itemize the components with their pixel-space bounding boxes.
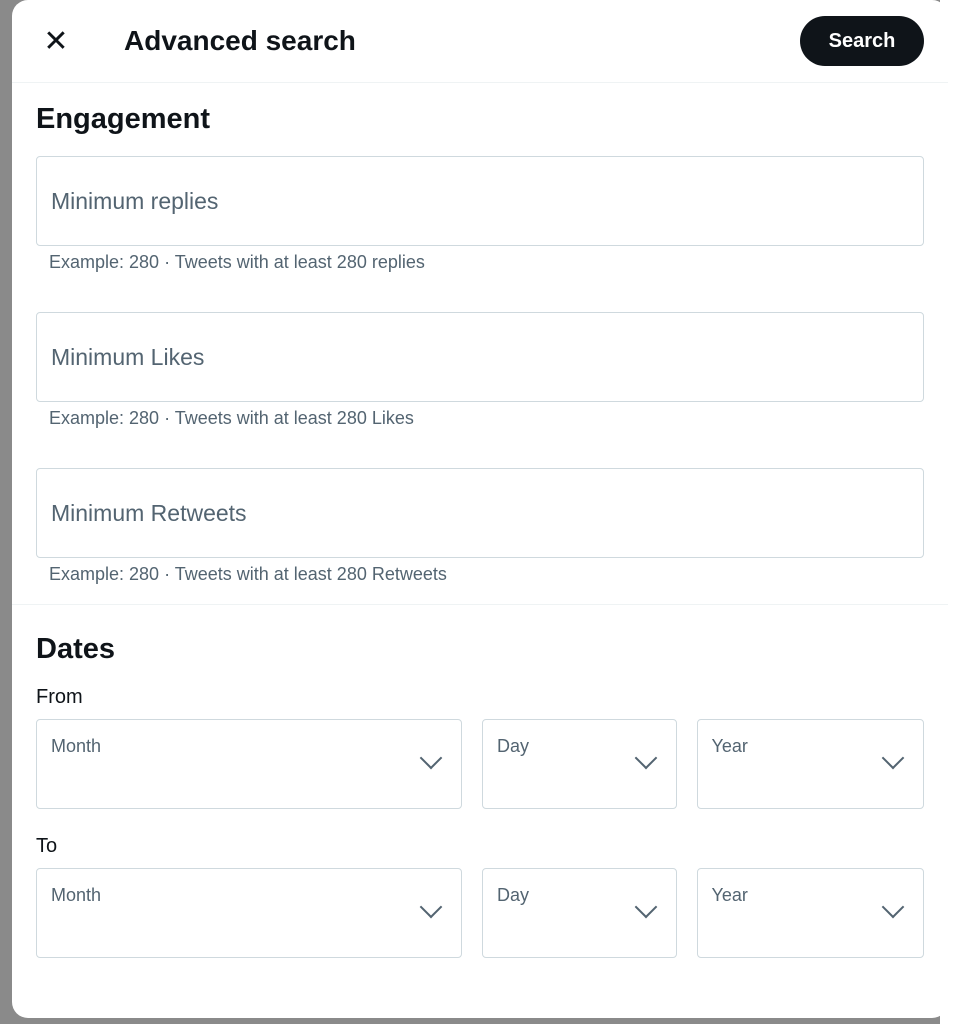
search-button[interactable]: Search: [800, 16, 924, 66]
minimum-likes-input[interactable]: Minimum Likes: [36, 312, 924, 402]
chevron-down-icon: [881, 746, 905, 770]
chevron-down-icon: [634, 895, 657, 919]
engagement-heading: Engagement: [36, 103, 211, 135]
year-label: Year: [711, 885, 748, 905]
day-label: Day: [497, 736, 530, 756]
minimum-retweets-input[interactable]: Minimum Retweets: [36, 468, 924, 558]
minimum-replies-hint: Example: 280 · Tweets with at least 280 …: [49, 252, 425, 272]
month-label: Month: [51, 736, 102, 756]
to-year-select[interactable]: Year: [696, 868, 925, 958]
chevron-down-icon: [634, 746, 657, 770]
chevron-down-icon: [881, 895, 905, 919]
dates-heading: Dates: [36, 633, 115, 665]
day-label: Day: [497, 885, 530, 905]
minimum-likes-hint: Example: 280 · Tweets with at least 280 …: [49, 408, 414, 428]
from-day-select[interactable]: Day: [482, 719, 677, 809]
dialog-header: ✕ Advanced search Search: [12, 0, 948, 83]
to-day-select[interactable]: Day: [482, 868, 677, 958]
chevron-down-icon: [419, 746, 443, 770]
close-icon[interactable]: ✕: [36, 21, 76, 61]
advanced-search-dialog: ✕ Advanced search Search Engagement Mini…: [12, 0, 948, 1018]
from-label: From: [36, 686, 83, 708]
minimum-replies-input[interactable]: Minimum replies: [36, 156, 924, 246]
chevron-down-icon: [419, 895, 443, 919]
from-year-select[interactable]: Year: [696, 719, 925, 809]
to-month-select[interactable]: Month: [36, 868, 462, 958]
dialog-title: Advanced search: [124, 25, 356, 56]
to-label: To: [36, 835, 58, 857]
month-label: Month: [51, 885, 102, 905]
year-label: Year: [711, 736, 748, 756]
from-month-select[interactable]: Month: [36, 719, 462, 809]
